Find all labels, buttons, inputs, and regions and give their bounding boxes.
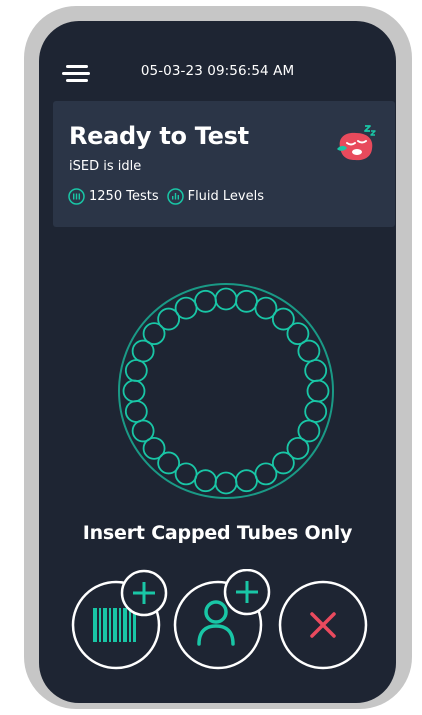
fluid-levels-label: Fluid Levels (187, 188, 265, 204)
tube-slot (304, 359, 328, 382)
tube-slot (122, 379, 146, 403)
status-subtitle: iSED is idle (69, 159, 142, 174)
tube-slot (214, 471, 238, 495)
tube-rack-outer-ring (118, 283, 334, 499)
status-title: Ready to Test (69, 122, 249, 150)
fluid-levels-icon (166, 187, 184, 205)
tube-slot (194, 289, 217, 313)
fluid-levels-item[interactable]: Fluid Levels (166, 187, 265, 205)
barcode-icon (93, 608, 136, 642)
plus-icon (120, 569, 168, 617)
status-info-row: 1250 Tests Fluid Levels (68, 186, 272, 206)
scan-barcode-button[interactable] (71, 569, 169, 671)
tube-slot (297, 339, 321, 363)
device-screen: 05-03-23 09:56:54 AM Ready to Test iSED … (39, 21, 396, 703)
tests-count-label: 1250 Tests (89, 188, 159, 204)
datetime-display: 05-03-23 09:56:54 AM (140, 63, 295, 79)
cancel-button[interactable] (276, 569, 372, 671)
tests-count-item[interactable]: 1250 Tests (68, 187, 159, 205)
tube-slot (194, 469, 217, 493)
instruction-text: Insert Capped Tubes Only (82, 522, 353, 544)
tube-slot (235, 469, 258, 493)
tube-slot (306, 379, 330, 403)
add-patient-button[interactable] (172, 568, 272, 671)
tube-slot (124, 400, 148, 423)
tube-slot (235, 289, 258, 313)
tube-slot (124, 359, 148, 382)
plus-icon (223, 568, 271, 616)
tube-slot (174, 296, 198, 320)
tube-rack-icon (68, 187, 85, 205)
tube-slot (254, 462, 278, 486)
tube-slot (304, 400, 328, 423)
sleeping-mascot-icon (337, 125, 376, 161)
status-card: Ready to Test iSED is idle 1250 Tests Fl… (53, 101, 395, 227)
tube-slot (131, 419, 155, 443)
tube-slot (214, 287, 238, 311)
tube-rack (118, 283, 334, 499)
action-buttons (39, 568, 396, 689)
